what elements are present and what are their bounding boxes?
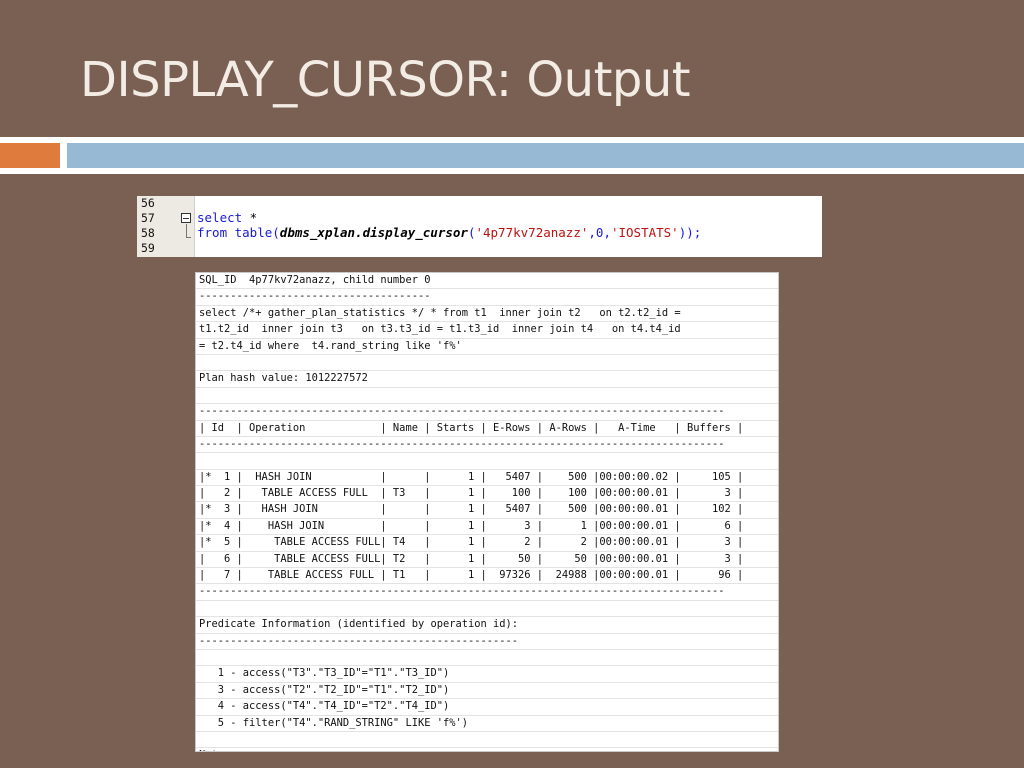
output-line — [196, 388, 778, 405]
accent-orange-bar — [0, 143, 60, 168]
close-parens: )); — [678, 225, 702, 240]
output-line: Note — [196, 748, 778, 751]
output-line: 5 - filter("T4"."RAND_STRING" LIKE 'f%') — [196, 716, 778, 732]
output-line: ----------------------------------------… — [196, 404, 778, 421]
output-line: Plan hash value: 1012227572 — [196, 371, 778, 388]
output-line: t1.t2_id inner join t3 on t3.t3_id = t1.… — [196, 322, 778, 339]
output-line — [196, 650, 778, 667]
output-line — [196, 732, 778, 749]
slide-title: DISPLAY_CURSOR: Output — [80, 52, 691, 108]
output-line: 4 - access("T4"."T4_ID"="T2"."T4_ID") — [196, 699, 778, 716]
comma: , — [588, 225, 596, 240]
output-line: ----------------------------------------… — [196, 437, 778, 454]
output-line: Predicate Information (identified by ope… — [196, 617, 778, 634]
output-line: |* 3 | HASH JOIN | | 1 | 5407 | 500 |00:… — [196, 502, 778, 519]
output-line: ------------------------------------- — [196, 289, 778, 306]
output-line: |* 1 | HASH JOIN | | 1 | 5407 | 500 |00:… — [196, 470, 778, 487]
output-line — [196, 355, 778, 372]
line-number: 59 — [141, 241, 155, 255]
output-line: | 6 | TABLE ACCESS FULL| T2 | 1 | 50 | 5… — [196, 552, 778, 569]
output-line: | Id | Operation | Name | Starts | E-Row… — [196, 421, 778, 437]
select-star: * — [242, 210, 258, 225]
code-line-57: select * — [197, 210, 257, 225]
output-line — [196, 453, 778, 470]
output-line: SQL_ID 4p77kv72anazz, child number 0 — [196, 273, 778, 290]
line-number: 58 — [141, 226, 155, 240]
code-line-58: from table(dbms_xplan.display_cursor('4p… — [197, 225, 701, 240]
sql-editor-snippet[interactable]: 56 57 58 59 select * from table(dbms_xpl… — [137, 196, 822, 257]
keyword-from: from — [197, 225, 228, 240]
output-line: |* 4 | HASH JOIN | | 1 | 3 | 1 |00:00:00… — [196, 519, 778, 536]
collapse-toggle-icon[interactable] — [181, 213, 191, 223]
output-line: select /*+ gather_plan_statistics */ * f… — [196, 306, 778, 323]
output-line: | 7 | TABLE ACCESS FULL | T1 | 1 | 97326… — [196, 568, 778, 585]
line-number-gutter: 56 57 58 59 — [137, 196, 195, 257]
keyword-table: table( — [227, 225, 280, 240]
format-argument: 'IOSTATS' — [610, 225, 679, 240]
accent-blue-bar — [67, 143, 1024, 168]
fold-guide-line — [186, 224, 187, 238]
sql-id-argument: '4p77kv72anazz' — [475, 225, 589, 240]
fold-guide-end — [186, 237, 191, 238]
comma: , — [603, 225, 611, 240]
query-output-panel: SQL_ID 4p77kv72anazz, child number 0 ----… — [195, 272, 779, 752]
function-name: dbms_xplan.display_cursor — [279, 225, 468, 240]
line-number: 57 — [141, 211, 155, 225]
output-line — [196, 601, 778, 618]
keyword-select: select — [197, 210, 243, 225]
output-line: 1 - access("T3"."T3_ID"="T1"."T3_ID") — [196, 666, 778, 683]
output-line: ----------------------------------------… — [196, 634, 778, 650]
output-line: |* 5 | TABLE ACCESS FULL| T4 | 1 | 2 | 2… — [196, 535, 778, 552]
line-number: 56 — [141, 196, 155, 210]
output-line: ----------------------------------------… — [196, 584, 778, 601]
output-line: | 2 | TABLE ACCESS FULL | T3 | 1 | 100 |… — [196, 486, 778, 503]
output-line: 3 - access("T2"."T2_ID"="T1"."T2_ID") — [196, 683, 778, 700]
output-line: = t2.t4_id where t4.rand_string like 'f%… — [196, 339, 778, 355]
